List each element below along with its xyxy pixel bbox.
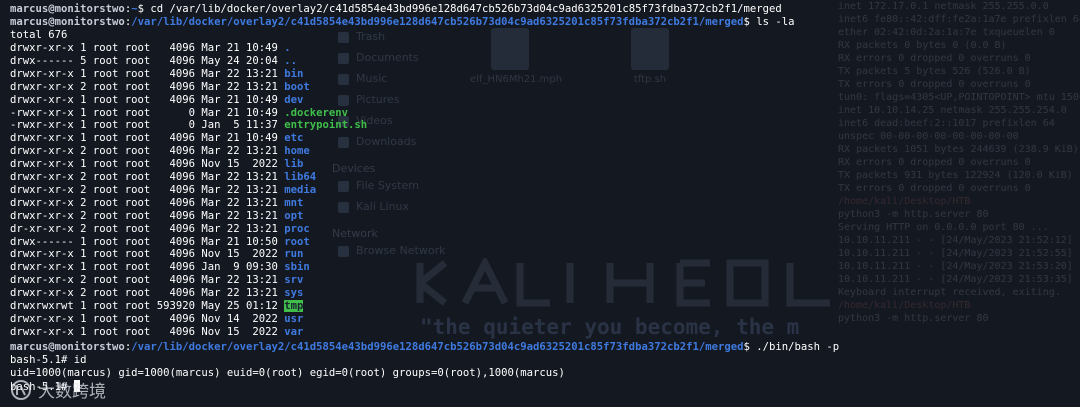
command-text: id <box>73 354 87 366</box>
ls-row: -rwxr-xr-x 1 root root 0 Mar 21 10:49 .d… <box>10 107 348 120</box>
ls-row-meta: -rwxr-xr-x 1 root root 0 Jan 5 11:37 <box>10 119 285 132</box>
ls-row-filename: .. <box>284 54 298 67</box>
ls-row-filename: . <box>284 42 291 54</box>
ls-row-meta: -rwxr-xr-x 1 root root 0 Mar 21 10:49 <box>10 106 285 119</box>
ls-row: drwxr-xr-x 1 root root 4096 Mar 21 10:49… <box>10 94 303 107</box>
ls-row-filename: tmp <box>284 300 304 312</box>
ls-row-filename: lib <box>284 158 304 171</box>
ls-row-filename: home <box>284 145 310 158</box>
watermark: 大数跨境 <box>10 377 106 402</box>
ls-row-meta: drwxr-xr-x 2 root root 4096 Mar 22 13:21 <box>10 145 285 158</box>
command-text: ls -la <box>749 16 795 28</box>
ls-row-meta: drwxr-xr-x 1 root root 4096 Mar 21 10:49 <box>10 42 285 54</box>
ls-row-meta: drwx------ 5 root root 4096 May 24 20:04 <box>10 54 285 67</box>
ls-row: drwxr-xr-x 2 root root 4096 Mar 22 13:21… <box>10 171 316 184</box>
ls-row-meta: drwxr-xr-x 1 root root 4096 Jan 9 09:30 <box>10 261 285 274</box>
prompt-user: marcus@monitorstwo <box>10 341 125 353</box>
ls-row-filename: root <box>284 235 310 248</box>
ls-row-meta: drwxr-xr-x 2 root root 4096 Mar 22 13:21 <box>10 209 285 222</box>
ls-row-filename: .dockerenv <box>284 106 349 119</box>
ls-row-filename: etc <box>284 132 304 145</box>
ls-row-meta: drwxr-xr-x 1 root root 4096 Nov 15 2022 <box>10 325 285 338</box>
prompt-path: /var/lib/docker/overlay2/c41d5854e43bd99… <box>131 16 744 28</box>
ls-row-meta: drwxr-xr-x 2 root root 4096 Mar 22 13:21 <box>10 183 285 196</box>
ls-row-meta: drwxr-xr-x 1 root root 4096 Nov 15 2022 <box>10 158 285 171</box>
ls-row-meta: drwxr-xr-x 2 root root 4096 Mar 22 13:21 <box>10 274 285 287</box>
ls-row: drwx------ 5 root root 4096 May 24 20:04… <box>10 55 297 68</box>
ls-row-filename: entrypoint.sh <box>284 119 368 132</box>
ls-row-meta: drwxr-xr-x 1 root root 4096 Nov 14 2022 <box>10 312 285 325</box>
ls-total: total 676 <box>10 29 68 41</box>
ls-row-filename: proc <box>284 222 310 235</box>
bash-prompt: bash-5.1# <box>10 354 74 366</box>
ls-row-filename: usr <box>284 312 304 325</box>
prompt-line-bash: marcus@monitorstwo:/var/lib/docker/overl… <box>10 341 839 354</box>
ls-row: drwxr-xr-x 1 root root 4096 Mar 21 10:49… <box>10 132 303 145</box>
ls-row: drwxr-xr-x 2 root root 4096 Mar 22 13:21… <box>10 145 310 158</box>
ls-row-filename: dev <box>284 93 304 106</box>
ls-row: drwxr-xr-x 2 root root 4096 Mar 22 13:21… <box>10 210 303 223</box>
ls-row-meta: drwx------ 1 root root 4096 Mar 21 10:50 <box>10 235 285 248</box>
command-text: ./bin/bash -p <box>749 341 840 353</box>
watermark-text: 大数跨境 <box>38 382 106 402</box>
ls-row: drwxr-xr-x 1 root root 4096 Nov 15 2022 … <box>10 158 303 171</box>
ls-row: drwxr-xr-x 1 root root 4096 Mar 21 10:49… <box>10 42 291 55</box>
ls-row-filename: sys <box>284 287 304 300</box>
ls-row-filename: media <box>284 183 317 196</box>
ls-row-meta: drwxr-xr-x 1 root root 4096 Nov 15 2022 <box>10 248 285 261</box>
prompt-line-cd: marcus@monitorstwo:~$ cd /var/lib/docker… <box>10 3 782 16</box>
ls-row: drwxr-xr-x 2 root root 4096 Mar 22 13:21… <box>10 197 303 210</box>
ls-row-meta: drwxr-xr-x 2 root root 4096 Mar 22 13:21 <box>10 171 285 183</box>
ls-row: drwxr-xr-x 1 root root 4096 Nov 14 2022 … <box>10 313 303 326</box>
ls-row-meta: drwxrwxrwt 1 root root 593920 May 25 01:… <box>10 300 285 312</box>
watermark-logo-icon <box>11 379 31 400</box>
ls-row-meta: drwxr-xr-x 1 root root 4096 Mar 21 10:49 <box>10 93 285 106</box>
ls-row-filename: run <box>284 248 304 261</box>
ls-row: drwxr-xr-x 2 root root 4096 Mar 22 13:21… <box>10 184 316 197</box>
ls-row: drwxr-xr-x 1 root root 4096 Mar 22 13:21… <box>10 68 303 81</box>
ls-row-meta: dr-xr-xr-x 2 root root 4096 Mar 22 13:21 <box>10 222 285 235</box>
ls-row: dr-xr-xr-x 2 root root 4096 Mar 22 13:21… <box>10 223 310 236</box>
ls-row: drwxr-xr-x 2 root root 4096 Mar 22 13:21… <box>10 287 303 300</box>
ls-row-meta: drwxr-xr-x 2 root root 4096 Mar 22 13:21 <box>10 287 285 300</box>
prompt-path: /var/lib/docker/overlay2/c41d5854e43bd99… <box>131 341 744 353</box>
ls-row-meta: drwxr-xr-x 2 root root 4096 Mar 22 13:21 <box>10 196 285 209</box>
prompt-user: marcus@monitorstwo <box>10 16 125 28</box>
ls-row-meta: drwxr-xr-x 2 root root 4096 Mar 22 13:21 <box>10 80 285 93</box>
ls-row: drwxr-xr-x 1 root root 4096 Nov 15 2022 … <box>10 326 303 339</box>
ls-row-filename: lib64 <box>284 171 317 183</box>
ls-row-filename: opt <box>284 209 304 222</box>
prompt-line-ls: marcus@monitorstwo:/var/lib/docker/overl… <box>10 16 795 29</box>
ls-row-filename: sbin <box>284 261 310 274</box>
command-text: cd /var/lib/docker/overlay2/c41d5854e43b… <box>143 3 782 15</box>
prompt-user: marcus@monitorstwo <box>10 3 125 15</box>
ls-row-filename: mnt <box>284 196 304 209</box>
ls-row: drwxr-xr-x 2 root root 4096 Mar 22 13:21… <box>10 81 310 94</box>
ls-row-filename: var <box>284 325 304 338</box>
ls-row-filename: boot <box>284 80 310 93</box>
ls-row: drwxr-xr-x 1 root root 4096 Nov 15 2022 … <box>10 248 303 261</box>
bash-prompt-line: bash-5.1# id <box>10 354 87 367</box>
ls-row: drwx------ 1 root root 4096 Mar 21 10:50… <box>10 236 310 249</box>
terminal-window[interactable]: marcus@monitorstwo:~$ cd /var/lib/docker… <box>0 0 1080 407</box>
ls-row-meta: drwxr-xr-x 1 root root 4096 Mar 22 13:21 <box>10 67 285 80</box>
ls-row-meta: drwxr-xr-x 1 root root 4096 Mar 21 10:49 <box>10 132 285 145</box>
ls-row: drwxr-xr-x 1 root root 4096 Jan 9 09:30 … <box>10 261 310 274</box>
ls-row: -rwxr-xr-x 1 root root 0 Jan 5 11:37 ent… <box>10 119 367 132</box>
ls-row: drwxrwxrwt 1 root root 593920 May 25 01:… <box>10 300 304 313</box>
ls-row-filename: bin <box>284 67 304 80</box>
ls-row: drwxr-xr-x 2 root root 4096 Mar 22 13:21… <box>10 274 303 287</box>
ls-row-filename: srv <box>284 274 304 287</box>
